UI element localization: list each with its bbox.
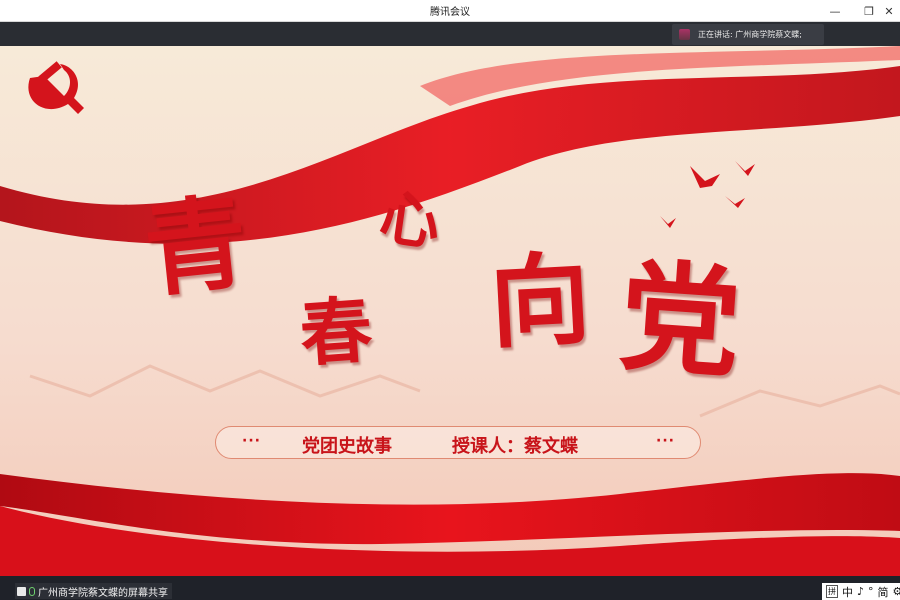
dots-right: ··· [656,433,675,449]
ime-simplified[interactable]: 简 [878,584,889,600]
ime-settings-icon[interactable]: ⚙ [893,585,900,598]
screen-share-icon [17,586,26,596]
title-bar: 腾讯会议 — ❐ ✕ [0,0,900,22]
close-button[interactable]: ✕ [876,0,900,22]
ime-toolbar[interactable]: 拼 中 ♪ ° 简 ⚙ [822,583,900,600]
ime-pinyin-icon[interactable]: 拼 [826,585,838,598]
lesson-teacher: 授课人：蔡文蝶 [452,436,578,457]
microphone-icon [29,586,35,596]
ime-chinese-mode[interactable]: 中 [842,584,853,600]
screen-share-text: 广州商学院蔡文蝶的屏幕共享 [38,587,168,599]
title-char-5: 党 [615,245,745,396]
title-char-1: 青 [139,181,253,313]
ime-punct-icon[interactable]: ° [868,585,874,598]
title-char-4: 向 [486,239,594,363]
minimize-button[interactable]: — [822,0,848,22]
lesson-topic: 党团史故事 [302,436,392,457]
slide-background [0,46,900,576]
speaking-indicator: 正在讲话: 广州商学院蔡文蝶; [672,24,824,45]
screen-share-status: 广州商学院蔡文蝶的屏幕共享 [15,583,172,599]
subtitle-banner: ··· 党团史故事 授课人：蔡文蝶 ··· [215,426,701,459]
dots-left: ··· [242,433,261,449]
shared-screen-slide: 青 春 心 向 党 ··· 党团史故事 授课人：蔡文蝶 ··· [0,46,900,576]
speaking-text: 正在讲话: 广州商学院蔡文蝶; [698,30,802,39]
window-title: 腾讯会议 [430,7,470,18]
ime-moon-icon[interactable]: ♪ [857,585,864,598]
title-char-2: 春 [297,286,375,377]
speaker-avatar [679,29,690,40]
title-char-3: 心 [375,182,445,260]
